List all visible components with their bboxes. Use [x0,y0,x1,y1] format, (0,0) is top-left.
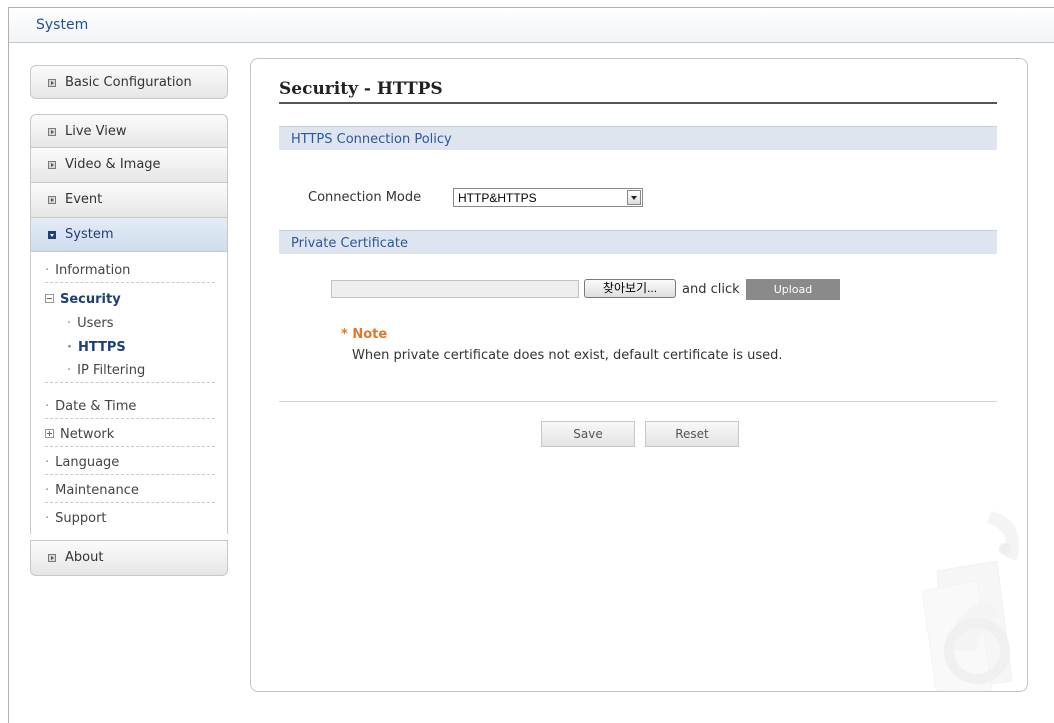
bullet-icon: · [45,483,50,498]
submenu-date-time[interactable]: · Date & Time [45,399,215,419]
browse-button[interactable]: 찾아보기... [584,279,676,298]
nav-about[interactable]: About [30,540,228,576]
title-bar: System [9,8,1054,43]
bullet-icon: · [67,363,72,378]
expand-plus-icon [45,429,54,438]
reset-button[interactable]: Reset [645,421,739,447]
upload-button[interactable]: Upload [746,279,840,300]
nav-label: Video & Image [65,157,161,172]
save-button[interactable]: Save [541,421,635,447]
expand-icon [48,79,56,87]
connection-mode-label: Connection Mode [308,190,422,205]
collapse-minus-icon [45,294,54,303]
nav-label: System [65,227,114,242]
collapse-icon [48,231,56,239]
section-private-certificate: Private Certificate [279,230,997,254]
submenu-maintenance[interactable]: · Maintenance [45,483,215,503]
submenu-https[interactable]: · HTTPS [67,340,207,355]
tools-watermark-icon [921,511,1020,691]
title-underline [279,102,997,104]
nav-label: Basic Configuration [65,75,192,90]
nav-live-view[interactable]: Live View [30,114,228,148]
bullet-icon: · [45,399,50,414]
system-submenu: · Information Security · Users · HTTPS · IP … [30,252,228,534]
note-text: When private certificate does not exist,… [352,348,783,363]
nav-system[interactable]: System [30,218,228,252]
window-title: System [36,17,89,33]
select-value: HTTP&HTTPS [458,191,537,205]
expand-icon [48,161,56,169]
expand-icon [48,196,56,204]
nav-label: About [65,550,104,565]
submenu-users[interactable]: · Users [67,316,207,331]
expand-icon [48,128,56,136]
submenu-information[interactable]: · Information [45,263,215,283]
content-panel: Security - HTTPS HTTPS Connection Policy… [250,58,1028,692]
connection-mode-select[interactable]: HTTP&HTTPS [453,188,643,207]
submenu-support[interactable]: · Support [45,511,215,526]
dropdown-arrow-icon[interactable] [627,190,641,205]
submenu-ip-filtering[interactable]: · IP Filtering [45,363,215,383]
divider [279,401,997,402]
page-title: Security - HTTPS [279,79,443,99]
submenu-language[interactable]: · Language [45,455,215,475]
bullet-icon: · [67,340,72,355]
note-title: * Note [341,327,388,342]
certificate-file-input[interactable] [331,280,579,298]
and-click-text: and click [682,282,740,297]
nav-label: Event [65,192,103,207]
nav-event[interactable]: Event [30,183,228,218]
bullet-icon: · [45,455,50,470]
bullet-icon: · [45,263,50,278]
nav-label: Live View [65,124,127,139]
expand-icon [48,554,56,562]
section-https-connection-policy: HTTPS Connection Policy [279,126,997,150]
bullet-icon: · [45,511,50,526]
submenu-network[interactable]: Network [45,427,215,447]
nav-video-image[interactable]: Video & Image [30,148,228,183]
bullet-icon: · [67,316,72,331]
submenu-security[interactable]: Security [45,292,215,307]
nav-basic-configuration[interactable]: Basic Configuration [30,65,228,99]
